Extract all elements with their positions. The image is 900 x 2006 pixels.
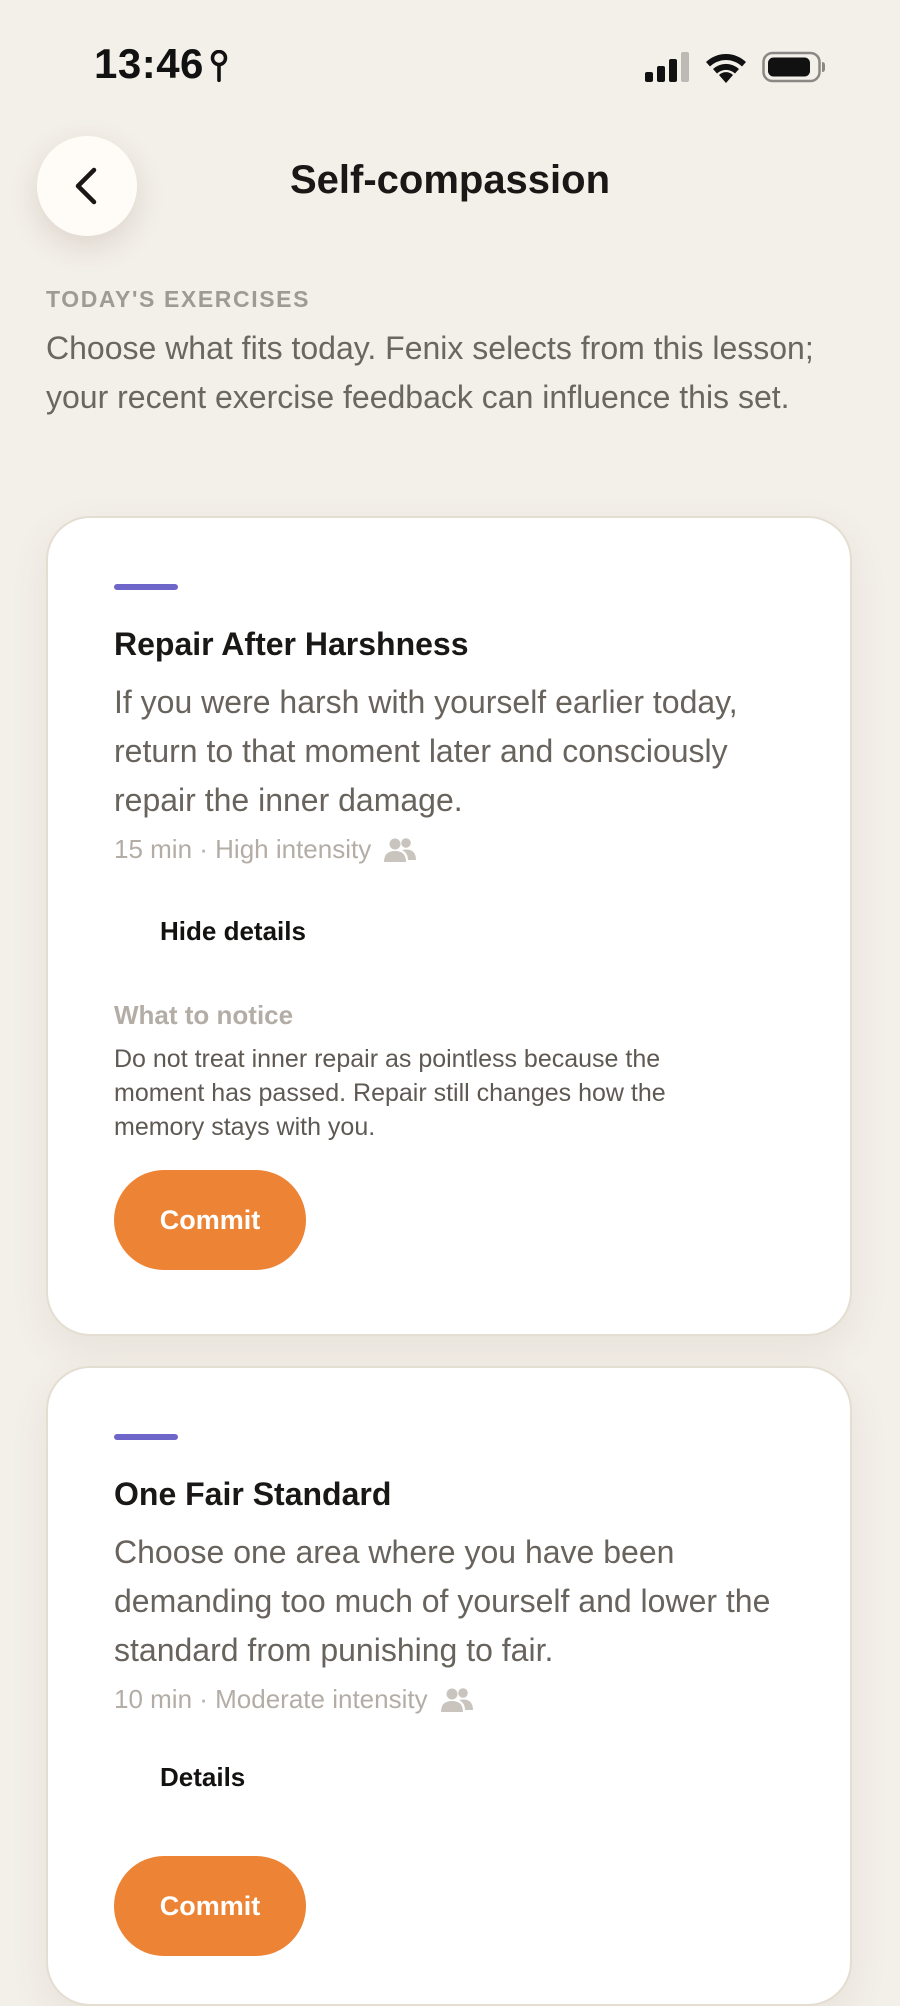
notice-label: What to notice (114, 1000, 294, 1030)
notice-text: Do not treat inner repair as pointless b… (114, 1045, 666, 1141)
battery-icon (762, 51, 825, 83)
cellular-signal-icon (645, 52, 689, 82)
card-accent-bar (114, 1434, 178, 1440)
people-icon (440, 1687, 473, 1712)
chevron-left-icon (75, 167, 97, 205)
exercise-title: One Fair Standard (114, 1476, 392, 1512)
card-accent-bar (114, 584, 178, 590)
hide-details-button[interactable]: Hide details (160, 916, 306, 947)
exercise-card: Repair After Harshness If you were harsh… (46, 516, 852, 1336)
status-time: 13:46 (94, 40, 204, 87)
commit-button[interactable]: Commit (114, 1856, 306, 1956)
section-description: Choose what fits today. Fenix selects fr… (46, 330, 814, 415)
back-button[interactable] (37, 136, 137, 236)
exercise-description: Choose one area where you have been dema… (114, 1534, 771, 1668)
exercise-title: Repair After Harshness (114, 626, 469, 662)
exercise-card: One Fair Standard Choose one area where … (46, 1366, 852, 2006)
commit-button[interactable]: Commit (114, 1170, 306, 1270)
exercise-meta-text: 10 min · Moderate intensity (114, 1684, 428, 1714)
exercise-description: If you were harsh with yourself earlier … (114, 684, 738, 818)
exercise-meta: 10 min · Moderate intensity (114, 1684, 474, 1715)
details-button[interactable]: Details (160, 1762, 245, 1793)
status-bar: 13:46 (0, 0, 900, 120)
location-pin-icon (210, 50, 228, 82)
page-title: Self-compassion (289, 158, 611, 202)
section-label: TODAY'S EXERCISES (46, 286, 311, 312)
exercise-meta: 15 min · High intensity (114, 834, 417, 865)
exercise-meta-text: 15 min · High intensity (114, 834, 372, 864)
people-icon (384, 837, 417, 862)
wifi-icon (706, 54, 746, 83)
